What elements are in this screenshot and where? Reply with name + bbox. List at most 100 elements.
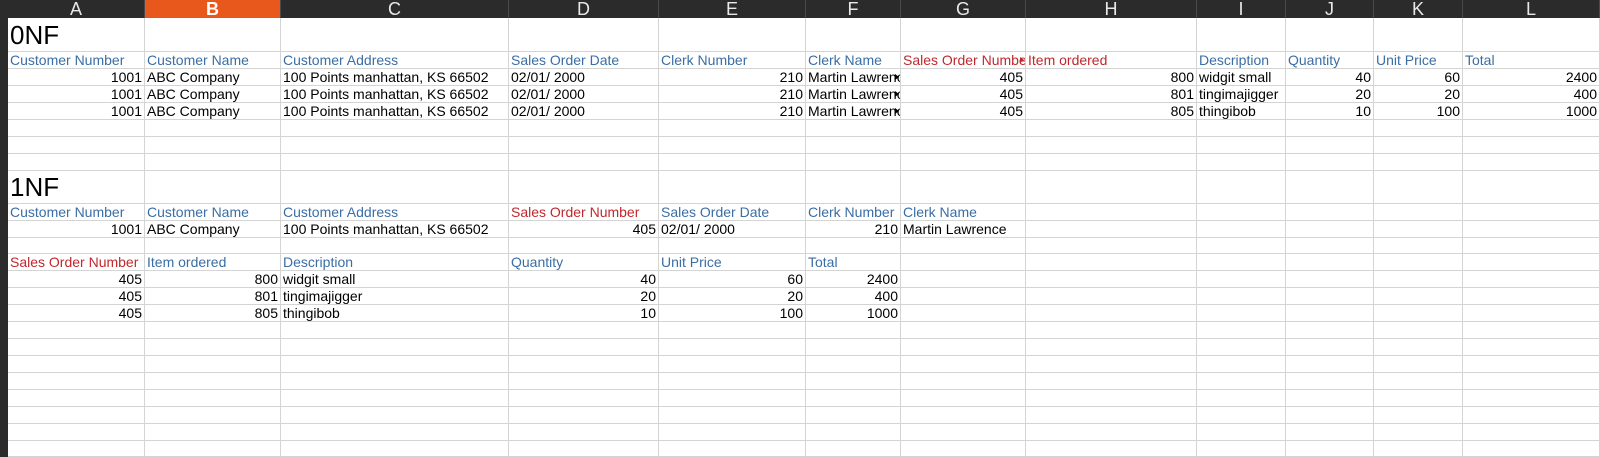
- data-cell[interactable]: 1001: [8, 103, 144, 119]
- header-cell[interactable]: Clerk Number: [806, 204, 900, 220]
- data-cell[interactable]: ABC Company: [145, 103, 280, 119]
- data-cell[interactable]: 100 Points manhattan, KS 66502: [281, 221, 508, 237]
- data-cell[interactable]: 20: [509, 288, 658, 304]
- header-cell[interactable]: Customer Name: [145, 52, 280, 68]
- data-cell[interactable]: 20: [659, 288, 805, 304]
- data-cell[interactable]: 100 Points manhattan, KS 66502: [281, 86, 508, 102]
- data-cell[interactable]: 100: [1374, 103, 1462, 119]
- column-header-h[interactable]: H: [1026, 0, 1197, 18]
- data-cell[interactable]: 100 Points manhattan, KS 66502: [281, 103, 508, 119]
- data-cell[interactable]: ABC Company: [145, 221, 280, 237]
- data-cell[interactable]: 2400: [1463, 69, 1599, 85]
- data-cell[interactable]: 100 Points manhattan, KS 66502: [281, 69, 508, 85]
- data-cell[interactable]: 60: [659, 271, 805, 287]
- column-header-c[interactable]: C: [281, 0, 509, 18]
- section-title-0nf[interactable]: 0NF: [8, 19, 280, 51]
- header-cell[interactable]: Clerk Name: [806, 52, 900, 68]
- header-cell[interactable]: Sales Order Date: [509, 52, 658, 68]
- header-cell[interactable]: Unit Price: [1374, 52, 1462, 68]
- header-cell[interactable]: Quantity: [1286, 52, 1373, 68]
- data-cell[interactable]: tingimajigger: [1197, 86, 1285, 102]
- data-cell[interactable]: thingibob: [281, 305, 508, 321]
- data-cell[interactable]: Martin Lawrence: [806, 86, 900, 102]
- data-cell[interactable]: 400: [806, 288, 900, 304]
- data-cell[interactable]: 40: [1286, 69, 1373, 85]
- header-cell[interactable]: Clerk Name: [901, 204, 1025, 220]
- data-cell[interactable]: 100: [659, 305, 805, 321]
- data-cell[interactable]: Martin Lawrence: [901, 221, 1025, 237]
- data-cell[interactable]: 210: [659, 69, 805, 85]
- header-cell[interactable]: Clerk Number: [659, 52, 805, 68]
- data-cell[interactable]: Martin Lawrence: [806, 69, 900, 85]
- header-cell[interactable]: Quantity: [509, 254, 658, 270]
- data-cell[interactable]: 1001: [8, 86, 144, 102]
- column-header-a[interactable]: A: [8, 0, 145, 18]
- header-cell[interactable]: Total: [1463, 52, 1599, 68]
- data-cell[interactable]: 405: [8, 271, 144, 287]
- data-cell[interactable]: 805: [1026, 103, 1196, 119]
- data-cell[interactable]: 40: [509, 271, 658, 287]
- data-cell[interactable]: 405: [901, 86, 1025, 102]
- column-header-k[interactable]: K: [1374, 0, 1463, 18]
- data-cell[interactable]: 210: [659, 86, 805, 102]
- data-cell[interactable]: 10: [509, 305, 658, 321]
- data-cell[interactable]: 405: [8, 305, 144, 321]
- header-cell[interactable]: Customer Name: [145, 204, 280, 220]
- data-cell[interactable]: 405: [901, 103, 1025, 119]
- data-cell[interactable]: 800: [145, 271, 280, 287]
- header-cell[interactable]: Sales Order Date: [659, 204, 805, 220]
- data-cell[interactable]: 02/01/ 2000: [659, 221, 805, 237]
- data-cell[interactable]: widgit small: [281, 271, 508, 287]
- data-cell[interactable]: 02/01/ 2000: [509, 86, 658, 102]
- data-cell[interactable]: 2400: [806, 271, 900, 287]
- column-header-l[interactable]: L: [1463, 0, 1600, 18]
- data-cell[interactable]: Martin Lawrence: [806, 103, 900, 119]
- header-cell[interactable]: Customer Number: [8, 52, 144, 68]
- column-header-e[interactable]: E: [659, 0, 806, 18]
- header-cell[interactable]: Item ordered: [145, 254, 280, 270]
- data-cell[interactable]: 405: [8, 288, 144, 304]
- header-cell[interactable]: Customer Number: [8, 204, 144, 220]
- header-cell[interactable]: Item ordered: [1026, 52, 1196, 68]
- header-cell[interactable]: Sales Order Number: [509, 204, 658, 220]
- header-cell[interactable]: Customer Address: [281, 204, 508, 220]
- data-cell[interactable]: 02/01/ 2000: [509, 69, 658, 85]
- data-cell[interactable]: 20: [1286, 86, 1373, 102]
- header-cell[interactable]: Total: [806, 254, 900, 270]
- data-cell[interactable]: 405: [901, 69, 1025, 85]
- column-header-j[interactable]: J: [1286, 0, 1374, 18]
- section-title-1nf[interactable]: 1NF: [8, 171, 280, 203]
- data-cell[interactable]: widgit small: [1197, 69, 1285, 85]
- header-cell[interactable]: Description: [1197, 52, 1285, 68]
- data-cell[interactable]: 20: [1374, 86, 1462, 102]
- header-cell[interactable]: Sales Order Number: [8, 254, 144, 270]
- data-cell[interactable]: 1001: [8, 221, 144, 237]
- data-cell[interactable]: 1001: [8, 69, 144, 85]
- data-cell[interactable]: 1000: [1463, 103, 1599, 119]
- data-cell[interactable]: 60: [1374, 69, 1462, 85]
- header-cell[interactable]: Description: [281, 254, 508, 270]
- data-cell[interactable]: ABC Company: [145, 69, 280, 85]
- column-header-g[interactable]: G: [901, 0, 1026, 18]
- data-cell[interactable]: 210: [659, 103, 805, 119]
- data-cell[interactable]: thingibob: [1197, 103, 1285, 119]
- spreadsheet-grid[interactable]: A B C D E F G H I J K L 0NF Customer Number Customer N…: [0, 0, 1600, 457]
- column-header-b[interactable]: B: [145, 0, 281, 18]
- data-cell[interactable]: 801: [1026, 86, 1196, 102]
- data-cell[interactable]: 400: [1463, 86, 1599, 102]
- data-cell[interactable]: 1000: [806, 305, 900, 321]
- data-cell[interactable]: ABC Company: [145, 86, 280, 102]
- data-cell[interactable]: 210: [806, 221, 900, 237]
- column-header-i[interactable]: I: [1197, 0, 1286, 18]
- data-cell[interactable]: 405: [509, 221, 658, 237]
- header-cell[interactable]: Unit Price: [659, 254, 805, 270]
- data-cell[interactable]: 10: [1286, 103, 1373, 119]
- data-cell[interactable]: 800: [1026, 69, 1196, 85]
- header-cell[interactable]: Customer Address: [281, 52, 508, 68]
- column-header-d[interactable]: D: [509, 0, 659, 18]
- data-cell[interactable]: tingimajigger: [281, 288, 508, 304]
- data-cell[interactable]: 805: [145, 305, 280, 321]
- data-cell[interactable]: 02/01/ 2000: [509, 103, 658, 119]
- column-header-f[interactable]: F: [806, 0, 901, 18]
- header-cell[interactable]: Sales Order Number: [901, 52, 1025, 68]
